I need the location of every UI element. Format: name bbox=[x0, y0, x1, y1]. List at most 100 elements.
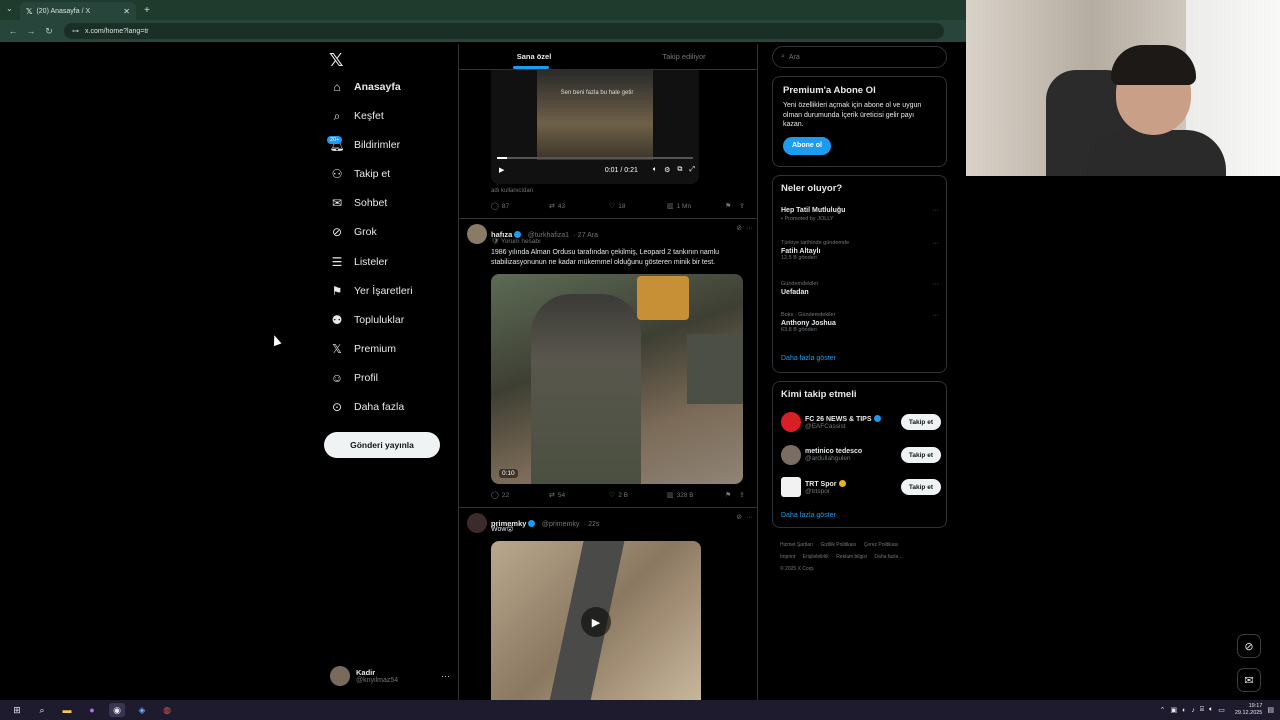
nav-item-profile[interactable]: ☺ Profil bbox=[330, 367, 378, 389]
follow-button[interactable]: Takip et bbox=[900, 447, 941, 463]
nav-item-chat[interactable]: ✉ Sohbet bbox=[330, 192, 387, 214]
trend-item[interactable]: Boks · Gündemdekiler Anthony Joshua 63,8… bbox=[781, 312, 939, 333]
more-icon[interactable]: ··· bbox=[441, 671, 450, 681]
avatar[interactable] bbox=[467, 513, 487, 533]
play-icon[interactable]: ▶ bbox=[499, 166, 504, 174]
more-icon[interactable]: ··· bbox=[932, 281, 939, 288]
repost-button[interactable]: ⇄ 54 bbox=[549, 491, 609, 500]
footer-link[interactable]: Imprint bbox=[780, 554, 795, 560]
settings-icon[interactable]: ⚙ bbox=[664, 166, 670, 174]
tweet-menu[interactable]: ⊘ ··· bbox=[736, 513, 753, 521]
app-icon[interactable]: ▣ bbox=[1170, 706, 1177, 714]
x-logo-icon[interactable]: 𝕏 bbox=[329, 50, 344, 71]
volume-icon[interactable]: 🔈︎ bbox=[1209, 706, 1213, 714]
follow-suggestion[interactable]: TRT Spor @trtspor Takip et bbox=[781, 477, 941, 497]
forward-icon[interactable]: → bbox=[26, 26, 36, 36]
nav-item-grok[interactable]: ⊘ Grok bbox=[330, 221, 377, 243]
tweet-video[interactable]: 0:10 bbox=[491, 274, 743, 484]
nav-item-home[interactable]: ⌂ Anasayfa bbox=[330, 76, 400, 98]
show-more-link[interactable]: Daha fazla göster bbox=[781, 512, 836, 519]
volume-icon[interactable]: 🔈︎ bbox=[653, 166, 657, 174]
video-progress-bar[interactable] bbox=[497, 157, 693, 159]
app-icon[interactable]: ● bbox=[84, 703, 100, 717]
reload-icon[interactable]: ↻ bbox=[44, 26, 54, 37]
footer-link[interactable]: Daha fazla ... bbox=[874, 554, 903, 560]
nav-item-more[interactable]: ⊙ Daha fazla bbox=[330, 396, 404, 418]
tweet-date[interactable]: · 27 Ara bbox=[574, 232, 599, 239]
nav-item-follow[interactable]: ⚇ Takip et bbox=[330, 163, 391, 185]
folder-icon[interactable]: ▬ bbox=[59, 703, 75, 717]
video-player[interactable]: Sen beni fazla bu hale getir ▶ 0:01 / 0:… bbox=[491, 70, 699, 184]
new-tab-icon[interactable]: + bbox=[144, 5, 150, 16]
nav-item-notifications[interactable]: 🔔︎ 20+ Bildirimler bbox=[327, 134, 400, 156]
battery-icon[interactable]: ▭ bbox=[1218, 706, 1225, 714]
tweet-menu[interactable]: ⊘ ··· bbox=[736, 224, 753, 232]
nav-item-explore[interactable]: ⌕ Keşfet bbox=[330, 105, 384, 127]
network-icon[interactable]: ⌸ bbox=[1200, 706, 1204, 714]
bookmark-button[interactable]: ⚑ bbox=[725, 491, 739, 499]
clock[interactable]: 19:17 29.12.2025 bbox=[1235, 703, 1263, 717]
post-button[interactable]: Gönderi yayınla bbox=[324, 432, 440, 458]
share-button[interactable]: ⇪ bbox=[739, 491, 748, 499]
grok-icon[interactable]: ⊘ bbox=[736, 514, 742, 521]
follow-button[interactable]: Takip et bbox=[900, 414, 941, 430]
trend-item[interactable]: Gündemdekiler Uefadan ··· bbox=[781, 281, 939, 296]
tab-following[interactable]: Takip ediliyor bbox=[609, 44, 757, 69]
show-more-link[interactable]: Daha fazla göster bbox=[781, 355, 836, 362]
subscribe-button[interactable]: Abone ol bbox=[783, 136, 831, 155]
url-field[interactable]: ⊶ x.com/home?lang=tr bbox=[64, 23, 944, 39]
footer-link[interactable]: Reklam bilgisi bbox=[836, 554, 867, 560]
footer-link[interactable]: Hizmet Şartları bbox=[780, 542, 813, 548]
messages-fab[interactable]: ✉ bbox=[1237, 668, 1261, 692]
bookmark-button[interactable]: ⚑ bbox=[725, 202, 739, 210]
play-icon[interactable]: ▶ bbox=[581, 607, 611, 637]
views-button[interactable]: ▥ 328 B bbox=[667, 491, 725, 500]
search-input[interactable]: ⌕ Ara bbox=[772, 46, 947, 68]
mic-icon[interactable]: ♪ bbox=[1191, 707, 1195, 714]
browser-tab[interactable]: 𝕏 (20) Anasayfa / X ✕ bbox=[20, 2, 136, 20]
views-button[interactable]: ▥ 1 Mn bbox=[667, 202, 725, 211]
chevron-up-icon[interactable]: ⌃ bbox=[1160, 706, 1166, 714]
more-icon[interactable]: ··· bbox=[932, 207, 939, 214]
reply-button[interactable]: ◯ 87 bbox=[491, 202, 549, 211]
more-icon[interactable]: ··· bbox=[746, 514, 753, 521]
nav-item-bookmarks[interactable]: ⚑ Yer İşaretleri bbox=[330, 280, 413, 302]
notifications-icon[interactable]: ▤ bbox=[1267, 706, 1274, 714]
pip-icon[interactable]: ⧉ bbox=[677, 166, 682, 174]
footer-link[interactable]: Çerez Politikası bbox=[864, 542, 899, 548]
footer-link[interactable]: Erişilebilirlik bbox=[803, 554, 829, 560]
follow-button[interactable]: Takip et bbox=[900, 479, 941, 495]
more-icon[interactable]: ··· bbox=[932, 240, 939, 247]
repost-button[interactable]: ⇄ 43 bbox=[549, 202, 609, 211]
tweet-video[interactable]: ▶ bbox=[491, 541, 701, 700]
tab-list-icon[interactable]: ⌄ bbox=[6, 4, 13, 13]
nav-item-communities[interactable]: ⚉ Topluluklar bbox=[330, 309, 405, 331]
fullscreen-icon[interactable]: ⤢ bbox=[689, 166, 695, 174]
site-info-icon[interactable]: ⊶ bbox=[72, 27, 79, 35]
more-icon[interactable]: ··· bbox=[932, 312, 939, 319]
chrome-icon[interactable]: ◉ bbox=[109, 703, 125, 717]
more-icon[interactable]: ··· bbox=[746, 225, 753, 232]
footer-link[interactable]: Gizlilik Politikası bbox=[820, 542, 856, 548]
grok-icon[interactable]: ⊘ bbox=[736, 225, 742, 232]
like-button[interactable]: ♡ 2 B bbox=[609, 491, 667, 500]
app-icon[interactable]: ◍ bbox=[159, 703, 175, 717]
like-button[interactable]: ♡ 18 bbox=[609, 202, 667, 211]
search-icon[interactable]: ⌕ bbox=[34, 703, 50, 717]
windows-start-icon[interactable]: ⊞ bbox=[9, 703, 25, 717]
account-switcher[interactable]: Kadir @knyilmaz54 ··· bbox=[330, 666, 450, 686]
reply-button[interactable]: ◯ 22 bbox=[491, 491, 549, 500]
nav-item-premium[interactable]: 𝕏 Premium bbox=[330, 338, 396, 360]
grok-fab[interactable]: ⊘ bbox=[1237, 634, 1261, 658]
trend-item[interactable]: Hep Tatil Mutluluğu ▪ Promoted by JOLLY … bbox=[781, 207, 939, 222]
tab-for-you[interactable]: Sana özel bbox=[459, 44, 609, 69]
app-icon[interactable]: ◐ bbox=[1182, 707, 1186, 714]
follow-suggestion[interactable]: metinico tedesco @ardullahgulen Takip et bbox=[781, 445, 941, 465]
trend-item[interactable]: Türkiye tarihinde gündemde Fatih Altaylı… bbox=[781, 240, 939, 261]
app-icon[interactable]: ◈ bbox=[134, 703, 150, 717]
nav-item-lists[interactable]: ☰ Listeler bbox=[330, 251, 388, 273]
close-icon[interactable]: ✕ bbox=[123, 7, 130, 16]
follow-suggestion[interactable]: FC 26 NEWS & TIPS @EAFCassist Takip et bbox=[781, 412, 941, 432]
avatar[interactable] bbox=[467, 224, 487, 244]
back-icon[interactable]: ← bbox=[8, 26, 18, 36]
